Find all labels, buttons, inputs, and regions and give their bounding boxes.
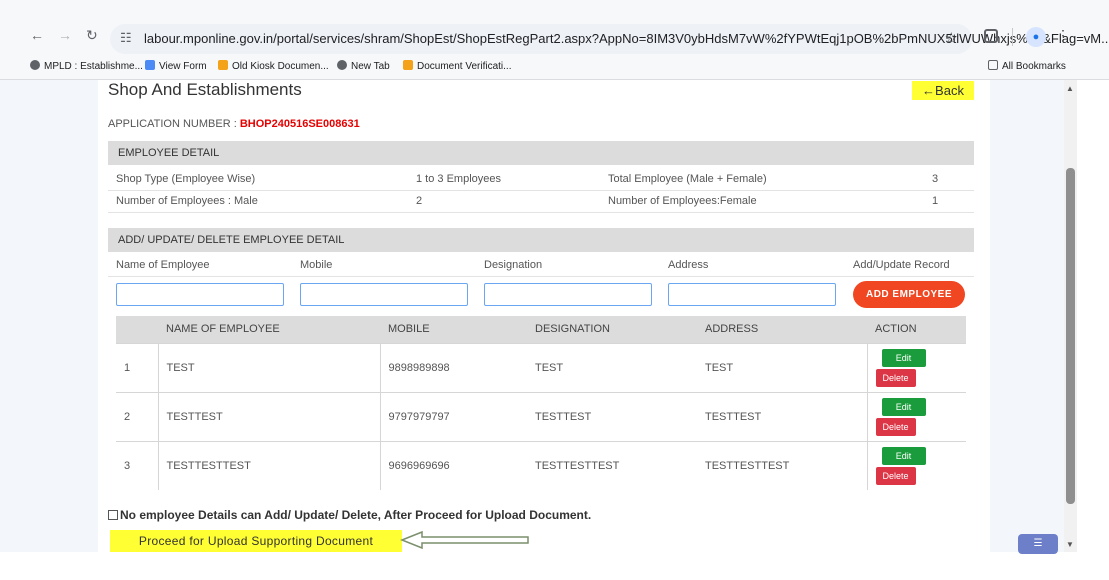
designation-cell: TESTTEST [527, 391, 697, 441]
delete-button[interactable]: Delete [875, 368, 916, 387]
address-cell: TEST [697, 342, 868, 392]
action-header: ACTION [867, 316, 966, 343]
delete-button[interactable]: Delete [875, 417, 916, 436]
designation-label: Designation [484, 259, 543, 271]
designation-cell: TESTTESTTEST [527, 440, 697, 490]
bookmarks-bar: MPLD : Establishme... View Form Old Kios… [0, 54, 1109, 80]
mobile-input[interactable] [300, 283, 468, 306]
edit-button[interactable]: Edit [881, 397, 926, 416]
table-row: 2 TESTTEST 9797979797 TESTTEST TESTTEST … [116, 391, 966, 441]
add-employee-header: ADD/ UPDATE/ DELETE EMPLOYEE DETAIL [108, 228, 974, 252]
name-header: NAME OF EMPLOYEE [158, 316, 380, 343]
sno-cell: 2 [116, 391, 159, 441]
designation-header: DESIGNATION [527, 316, 697, 343]
name-cell: TESTTEST [158, 391, 381, 441]
proceed-upload-button[interactable]: Proceed for Upload Supporting Document [110, 530, 402, 552]
folder-icon [988, 60, 998, 70]
edit-button[interactable]: Edit [881, 446, 926, 465]
forward-arrow-icon[interactable]: → [58, 27, 72, 43]
table-header-row: NAME OF EMPLOYEE MOBILE DESIGNATION ADDR… [116, 316, 966, 343]
all-bookmarks[interactable]: All Bookmarks [988, 60, 1066, 72]
summary-label: Shop Type (Employee Wise) [108, 168, 408, 191]
employee-table: NAME OF EMPLOYEE MOBILE DESIGNATION ADDR… [116, 316, 966, 490]
address-cell: TESTTEST [697, 391, 868, 441]
browser-menu-icon[interactable]: ⋮ [1056, 27, 1070, 44]
action-cell: Edit Delete [867, 391, 966, 441]
application-number-line: APPLICATION NUMBER : BHOP240516SE008631 [108, 118, 360, 130]
record-label: Add/Update Record [853, 259, 950, 271]
extensions-icon[interactable] [984, 29, 998, 43]
designation-input[interactable] [484, 283, 652, 306]
address-header: ADDRESS [697, 316, 867, 343]
scroll-up-icon[interactable]: ▲ [1066, 84, 1074, 93]
mobile-cell: 9797979797 [380, 391, 527, 441]
left-arrow-icon [400, 530, 529, 550]
summary-value: 1 to 3 Employees [408, 168, 600, 191]
application-number-label: APPLICATION NUMBER : [108, 118, 240, 130]
designation-cell: TEST [527, 342, 697, 392]
doc-icon [403, 60, 413, 70]
employee-name-input[interactable] [116, 283, 284, 306]
scroll-down-icon[interactable]: ▼ [1066, 540, 1074, 549]
form-divider [108, 276, 974, 277]
bookmark-item[interactable]: Old Kiosk Documen... [218, 60, 329, 72]
action-cell: Edit Delete [867, 440, 966, 490]
action-cell: Edit Delete [867, 342, 966, 392]
add-employee-button[interactable]: ADD EMPLOYEE [853, 281, 965, 308]
sno-cell: 1 [116, 342, 159, 392]
summary-label: Number of Employees:Female [600, 190, 924, 213]
name-cell: TESTTESTTEST [158, 440, 381, 490]
summary-value: 1 [924, 190, 974, 213]
confirm-checkbox-label: No employee Details can Add/ Update/ Del… [120, 508, 592, 522]
address-label: Address [668, 259, 709, 271]
address-input[interactable] [668, 283, 836, 306]
scrollbar-thumb[interactable] [1066, 168, 1075, 504]
bookmark-star-icon[interactable]: ☆ [945, 29, 958, 47]
employee-detail-header: EMPLOYEE DETAIL [108, 141, 974, 165]
summary-label: Number of Employees : Male [108, 190, 408, 213]
bookmark-item[interactable]: New Tab [337, 60, 390, 72]
mobile-cell: 9696969696 [380, 440, 527, 490]
back-arrow-icon[interactable]: ← [30, 27, 44, 43]
mobile-header: MOBILE [380, 316, 527, 343]
sno-header [116, 316, 158, 343]
summary-value: 3 [924, 168, 974, 191]
page-title: Shop And Establishments [108, 80, 302, 99]
address-bar[interactable]: ☷ labour.mponline.gov.in/portal/services… [110, 24, 1109, 54]
url-text[interactable]: labour.mponline.gov.in/portal/services/s… [144, 31, 1109, 46]
table-row: 3 TESTTESTTEST 9696969696 TESTTESTTEST T… [116, 440, 966, 490]
bookmark-item[interactable]: MPLD : Establishme... [30, 60, 143, 72]
edit-button[interactable]: Edit [881, 348, 926, 367]
employee-summary-table: Shop Type (Employee Wise) 1 to 3 Employe… [108, 168, 974, 213]
bookmark-item[interactable]: Document Verificati... [403, 60, 511, 72]
profile-avatar-icon[interactable]: ● [1026, 27, 1046, 47]
name-label: Name of Employee [116, 259, 210, 271]
site-info-icon[interactable]: ☷ [120, 30, 132, 46]
summary-value: 2 [408, 190, 600, 213]
doc-icon [218, 60, 228, 70]
name-cell: TEST [158, 342, 381, 392]
mobile-label: Mobile [300, 259, 333, 271]
floating-menu-icon[interactable]: ☰ [1018, 534, 1058, 554]
table-row: Shop Type (Employee Wise) 1 to 3 Employe… [108, 168, 974, 191]
application-number-value: BHOP240516SE008631 [239, 118, 360, 130]
table-row: 1 TEST 9898989898 TEST TEST Edit Delete [116, 342, 966, 392]
confirm-checkbox-row[interactable]: No employee Details can Add/ Update/ Del… [108, 508, 591, 522]
bookmark-item[interactable]: View Form [145, 60, 207, 72]
mobile-cell: 9898989898 [380, 342, 527, 392]
address-cell: TESTTESTTEST [697, 440, 868, 490]
back-button[interactable]: ←Back [912, 81, 974, 100]
globe-icon [337, 60, 347, 70]
sno-cell: 3 [116, 440, 159, 490]
reload-icon[interactable]: ↻ [86, 27, 98, 44]
summary-label: Total Employee (Male + Female) [600, 168, 924, 191]
form-icon [145, 60, 155, 70]
browser-toolbar: ← → ↻ ☷ labour.mponline.gov.in/portal/se… [0, 0, 1109, 54]
globe-icon [30, 60, 40, 70]
toolbar-divider [1012, 28, 1013, 46]
delete-button[interactable]: Delete [875, 466, 916, 485]
table-row: Number of Employees : Male 2 Number of E… [108, 190, 974, 213]
confirm-checkbox[interactable] [108, 510, 118, 520]
